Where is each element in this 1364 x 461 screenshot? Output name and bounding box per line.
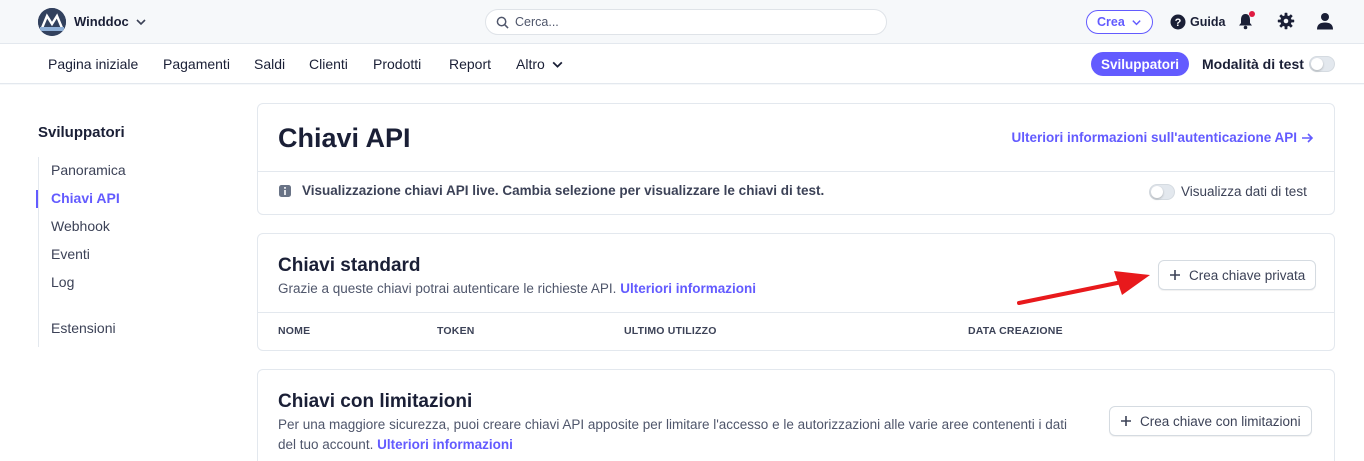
developers-button[interactable]: Sviluppatori xyxy=(1091,52,1190,76)
nav-item-payments[interactable]: Pagamenti xyxy=(163,56,230,72)
search-icon xyxy=(496,16,509,29)
sidebar-active-indicator xyxy=(36,190,38,208)
chevron-down-icon xyxy=(136,18,146,25)
standard-keys-description: Grazie a queste chiavi potrai autenticar… xyxy=(278,279,756,299)
column-header-last-used: ULTIMO UTILIZZO xyxy=(624,325,717,337)
sidebar-item-events[interactable]: Eventi xyxy=(51,246,90,262)
sidebar-item-overview[interactable]: Panoramica xyxy=(51,162,126,178)
restricted-keys-title: Chiavi con limitazioni xyxy=(278,391,473,412)
test-mode-label: Modalità di test xyxy=(1202,56,1304,72)
sidebar-item-api-keys[interactable]: Chiavi API xyxy=(51,190,120,206)
restricted-keys-learn-more-link[interactable]: Ulteriori informazioni xyxy=(377,437,513,452)
restricted-keys-description-line1: Per una maggiore sicurezza, puoi creare … xyxy=(278,417,1067,432)
create-button[interactable]: Crea xyxy=(1086,10,1153,34)
nav-item-balances[interactable]: Saldi xyxy=(254,56,285,72)
standard-keys-title: Chiavi standard xyxy=(278,255,421,276)
search-placeholder: Cerca... xyxy=(515,15,559,29)
main-navigation: Pagina iniziale Pagamenti Saldi Clienti … xyxy=(0,44,1364,84)
column-header-token: TOKEN xyxy=(437,325,475,337)
sidebar-item-webhook[interactable]: Webhook xyxy=(51,218,110,234)
plus-icon xyxy=(1170,270,1180,280)
sidebar-title: Sviluppatori xyxy=(38,124,125,141)
chevron-down-icon xyxy=(1132,19,1141,25)
info-icon xyxy=(279,185,291,197)
test-data-toggle[interactable] xyxy=(1149,184,1175,200)
column-header-name: NOME xyxy=(278,325,311,337)
standard-keys-card: Chiavi standard Grazie a queste chiavi p… xyxy=(257,233,1335,351)
account-logo[interactable] xyxy=(38,8,66,36)
test-data-toggle-label: Visualizza dati di test xyxy=(1181,184,1307,199)
create-restricted-key-button[interactable]: Crea chiave con limitazioni xyxy=(1109,406,1312,436)
auth-docs-link[interactable]: Ulteriori informazioni sull'autenticazio… xyxy=(1012,130,1315,145)
chevron-down-icon xyxy=(552,61,563,68)
create-secret-key-button[interactable]: Crea chiave privata xyxy=(1158,260,1317,290)
sidebar-nav: Panoramica Chiavi API Webhook Eventi Log… xyxy=(38,157,126,347)
developers-label: Sviluppatori xyxy=(1101,56,1180,72)
plus-icon xyxy=(1121,416,1131,426)
sidebar-item-extensions[interactable]: Estensioni xyxy=(51,320,116,336)
main-content: Sviluppatori Panoramica Chiavi API Webho… xyxy=(0,85,1364,461)
sidebar-item-log[interactable]: Log xyxy=(51,274,74,290)
divider xyxy=(258,171,1334,172)
divider xyxy=(258,312,1334,313)
account-switcher[interactable]: Winddoc xyxy=(74,14,147,29)
standard-keys-description-text: Grazie a queste chiavi potrai autenticar… xyxy=(278,281,617,296)
test-mode-toggle[interactable] xyxy=(1309,56,1335,72)
create-restricted-key-label: Crea chiave con limitazioni xyxy=(1140,413,1301,429)
nav-item-more[interactable]: Altro xyxy=(516,56,564,72)
annotation-arrow xyxy=(1017,271,1150,305)
auth-docs-link-label: Ulteriori informazioni sull'autenticazio… xyxy=(1011,130,1298,145)
search-input[interactable]: Cerca... xyxy=(485,9,887,35)
standard-keys-learn-more-link[interactable]: Ulteriori informazioni xyxy=(620,281,756,296)
column-header-created: DATA CREAZIONE xyxy=(968,325,1063,337)
nav-item-customers[interactable]: Clienti xyxy=(309,56,348,72)
page-title: Chiavi API xyxy=(278,123,411,153)
create-secret-key-label: Crea chiave privata xyxy=(1189,267,1306,283)
nav-item-products[interactable]: Prodotti xyxy=(373,56,421,72)
arrow-right-icon xyxy=(1302,132,1314,143)
api-keys-header-card: Chiavi API Ulteriori informazioni sull'a… xyxy=(257,103,1335,215)
create-label: Crea xyxy=(1097,15,1125,29)
help-label: Guida xyxy=(1190,15,1226,29)
account-name: Winddoc xyxy=(74,14,129,29)
live-keys-notice: Visualizzazione chiavi API live. Cambia … xyxy=(302,183,825,198)
nav-item-reports[interactable]: Report xyxy=(449,56,491,72)
help-button[interactable]: ? Guida xyxy=(1170,14,1225,30)
nav-item-home[interactable]: Pagina iniziale xyxy=(48,56,138,72)
notification-dot xyxy=(1249,11,1255,17)
help-icon: ? xyxy=(1170,14,1186,30)
user-icon[interactable] xyxy=(1316,12,1334,30)
gear-icon[interactable] xyxy=(1277,12,1295,30)
svg-text:?: ? xyxy=(1175,17,1182,29)
top-bar: Winddoc Cerca... Crea ? Guida xyxy=(0,0,1364,44)
restricted-keys-card: Chiavi con limitazioni Per una maggiore … xyxy=(257,369,1335,461)
restricted-keys-description: Per una maggiore sicurezza, puoi creare … xyxy=(278,415,1108,455)
restricted-keys-description-line2: del tuo account. xyxy=(278,437,374,452)
nav-item-more-label: Altro xyxy=(516,56,545,72)
